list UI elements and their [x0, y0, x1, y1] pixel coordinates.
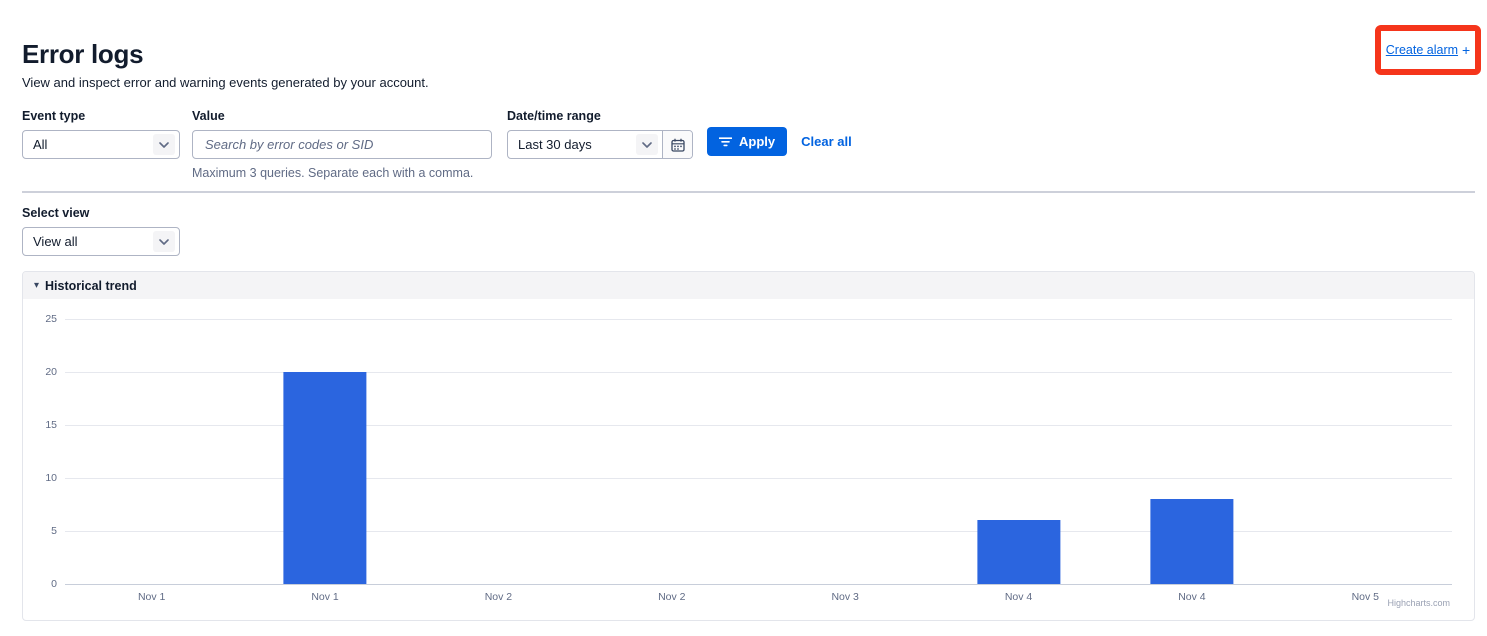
chevron-down-icon — [153, 231, 175, 252]
calendar-icon — [671, 138, 685, 152]
chart-bar[interactable] — [1150, 499, 1233, 584]
y-axis-tick-label: 0 — [23, 578, 57, 590]
gridline — [65, 531, 1452, 532]
value-search-input[interactable] — [203, 136, 481, 153]
apply-button-label: Apply — [739, 134, 775, 149]
event-type-select[interactable]: All — [22, 130, 180, 159]
date-range-label: Date/time range — [507, 109, 693, 123]
collapse-caret-icon: ▾ — [34, 280, 39, 291]
value-helper-text: Maximum 3 queries. Separate each with a … — [192, 166, 492, 180]
value-input-wrap — [192, 130, 492, 159]
apply-button[interactable]: Apply — [707, 127, 787, 156]
y-axis-tick-label: 15 — [23, 419, 57, 431]
x-axis-tick-label: Nov 3 — [831, 591, 858, 603]
x-axis-tick-label: Nov 4 — [1005, 591, 1032, 603]
gridline — [65, 584, 1452, 585]
page-title: Error logs — [22, 39, 143, 70]
highcharts-credit: Highcharts.com — [1387, 598, 1450, 608]
historical-trend-chart: 0 5 10 15 20 25 Nov 1 Nov 1 Nov 2 Nov 2 Nov 3 Nov 4… — [23, 299, 1474, 621]
calendar-picker-button[interactable] — [662, 131, 692, 158]
annotation-highlight-box: Create alarm + — [1375, 25, 1481, 75]
x-axis-tick-label: Nov 4 — [1178, 591, 1205, 603]
page-subtitle: View and inspect error and warning event… — [22, 75, 429, 90]
error-logs-page: Error logs View and inspect error and wa… — [0, 0, 1487, 636]
event-type-value: All — [33, 137, 47, 152]
event-type-label: Event type — [22, 109, 180, 123]
x-axis-tick-label: Nov 2 — [485, 591, 512, 603]
event-type-field: Event type All — [22, 109, 180, 159]
filter-icon — [719, 137, 732, 147]
y-axis-tick-label: 20 — [23, 366, 57, 378]
date-range-field: Date/time range Last 30 days — [507, 109, 693, 159]
plus-icon: + — [1462, 42, 1470, 58]
section-divider — [22, 191, 1475, 193]
y-axis-tick-label: 25 — [23, 313, 57, 325]
select-view-select[interactable]: View all — [22, 227, 180, 256]
y-axis-tick-label: 5 — [23, 525, 57, 537]
chart-bar[interactable] — [283, 372, 366, 584]
gridline — [65, 425, 1452, 426]
gridline — [65, 372, 1452, 373]
x-axis-tick-label: Nov 1 — [311, 591, 338, 603]
value-label: Value — [192, 109, 492, 123]
x-axis-tick-label: Nov 2 — [658, 591, 685, 603]
x-axis-tick-label: Nov 1 — [138, 591, 165, 603]
x-axis-tick-label: Nov 5 — [1352, 591, 1379, 603]
clear-all-link[interactable]: Clear all — [801, 134, 852, 149]
chevron-down-icon[interactable] — [636, 134, 658, 155]
gridline — [65, 478, 1452, 479]
select-view-value: View all — [33, 234, 78, 249]
historical-trend-title: Historical trend — [45, 279, 137, 293]
date-range-select[interactable]: Last 30 days — [508, 137, 636, 152]
historical-trend-header[interactable]: ▾ Historical trend — [23, 272, 1474, 299]
create-alarm-link[interactable]: Create alarm — [1386, 43, 1458, 57]
filter-bar: Event type All Value Maximum 3 queries. … — [22, 109, 852, 180]
gridline — [65, 319, 1452, 320]
y-axis-tick-label: 10 — [23, 472, 57, 484]
date-range-group: Last 30 days — [507, 130, 693, 159]
chart-bar[interactable] — [977, 520, 1060, 584]
value-field: Value Maximum 3 queries. Separate each w… — [192, 109, 492, 180]
chart-plot-area: 0510152025Nov 1Nov 1Nov 2Nov 2Nov 3Nov 4… — [65, 319, 1452, 584]
select-view-label: Select view — [22, 206, 180, 220]
historical-trend-panel: ▾ Historical trend 0 5 10 15 20 25 Nov 1 Nov 1 N… — [22, 271, 1475, 621]
select-view-field: Select view View all — [22, 206, 180, 256]
chevron-down-icon — [153, 134, 175, 155]
